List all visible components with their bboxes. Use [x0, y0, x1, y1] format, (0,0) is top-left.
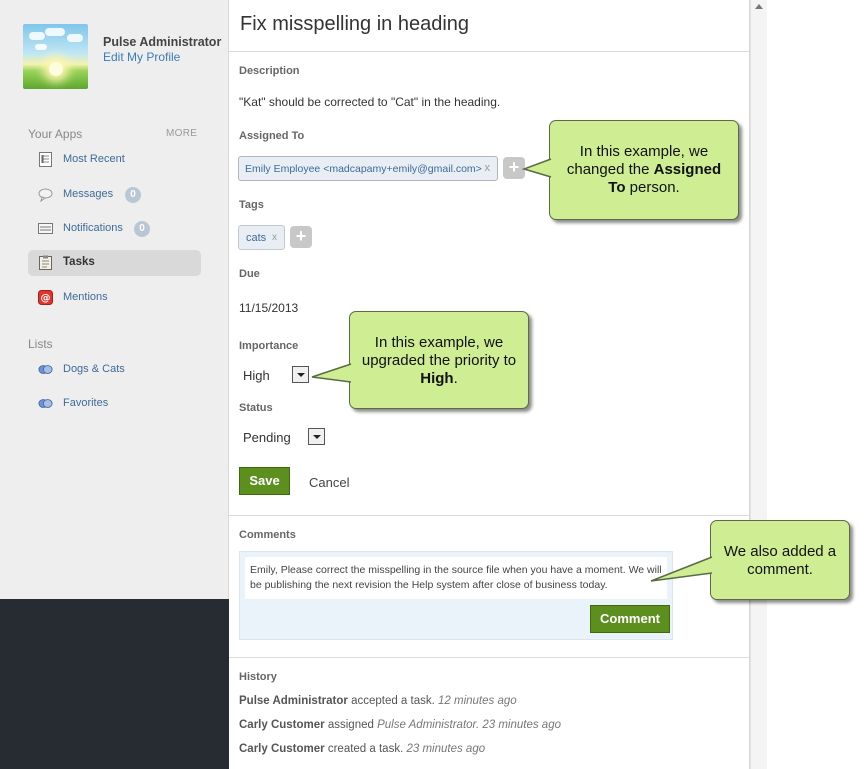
- history-entry: Pulse Administrator accepted a task. 12 …: [239, 695, 517, 707]
- sidebar-item-label: Dogs & Cats: [63, 363, 125, 375]
- scroll-up-icon[interactable]: [755, 4, 763, 9]
- edit-profile-link[interactable]: Edit My Profile: [103, 50, 180, 64]
- sidebar-item-label: Messages: [63, 188, 114, 200]
- tag-token[interactable]: cats x: [238, 225, 285, 250]
- notifications-icon: [38, 223, 53, 234]
- sidebar-item-tasks[interactable]: Tasks: [28, 250, 201, 276]
- more-link[interactable]: MORE: [166, 128, 197, 139]
- divider: [229, 657, 749, 658]
- callout-text: .: [453, 370, 458, 387]
- importance-value[interactable]: High: [243, 368, 270, 383]
- comments-label: Comments: [239, 529, 296, 541]
- messages-count-badge: 0: [125, 187, 141, 203]
- mentions-icon: @: [38, 290, 53, 305]
- history-action: created a task.: [327, 743, 404, 755]
- status-label: Status: [239, 402, 273, 414]
- history-entry: Carly Customer assigned Pulse Administra…: [239, 719, 561, 731]
- lists-heading: Lists: [28, 337, 53, 351]
- messages-icon: [38, 188, 53, 202]
- callout-comment: We also added a comment.: [650, 520, 850, 600]
- sidebar-item-mentions[interactable]: @ Mentions: [28, 285, 201, 311]
- callout-importance: In this example, we upgraded the priorit…: [311, 311, 529, 409]
- notifications-count-badge: 0: [134, 221, 150, 237]
- assignee-token[interactable]: Emily Employee <madcapamy+emily@gmail.co…: [238, 156, 498, 181]
- sidebar-item-label: Mentions: [63, 291, 108, 303]
- profile-name: Pulse Administrator: [103, 35, 222, 49]
- history-time: 23 minutes ago: [482, 719, 561, 731]
- history-actor[interactable]: Pulse Administrator: [239, 695, 348, 707]
- due-label: Due: [239, 268, 260, 280]
- history-object[interactable]: Pulse Administrator.: [377, 719, 479, 731]
- tasks-icon: [39, 255, 52, 270]
- history-time: 12 minutes ago: [438, 695, 517, 707]
- callout-bold-text: High: [420, 370, 454, 387]
- importance-label: Importance: [239, 340, 299, 352]
- sidebar-item-notifications[interactable]: Notifications 0: [28, 216, 201, 242]
- callout-text: In this example, we upgraded the priorit…: [361, 334, 517, 369]
- sidebar-footer-background: [0, 599, 229, 769]
- assignee-name: Emily Employee <madcapamy+emily@gmail.co…: [245, 163, 482, 175]
- callout-pointer: [521, 158, 552, 178]
- remove-tag-icon[interactable]: x: [272, 232, 277, 243]
- sidebar-item-label: Notifications: [63, 222, 123, 234]
- add-tag-button[interactable]: +: [290, 226, 312, 248]
- callout-text: We also added a comment.: [723, 543, 837, 578]
- due-date[interactable]: 11/15/2013: [239, 301, 298, 315]
- history-actor[interactable]: Carly Customer: [239, 719, 325, 731]
- sidebar-item-messages[interactable]: Messages 0: [28, 182, 201, 208]
- recent-icon: [39, 152, 52, 167]
- assigned-to-label: Assigned To: [239, 130, 305, 142]
- divider: [229, 51, 749, 52]
- comment-text: Emily, Please correct the misspelling in…: [250, 564, 662, 591]
- sidebar-item-label: Favorites: [63, 397, 109, 409]
- comment-composer: Emily, Please correct the misspelling in…: [239, 551, 673, 640]
- vertical-scrollbar[interactable]: [750, 0, 767, 769]
- save-button[interactable]: Save: [239, 467, 290, 495]
- history-action: accepted a task.: [351, 695, 435, 707]
- callout-pointer: [311, 363, 352, 383]
- history-actor[interactable]: Carly Customer: [239, 743, 325, 755]
- sidebar-item-label: Tasks: [63, 256, 95, 268]
- comment-button[interactable]: Comment: [590, 605, 670, 633]
- tags-label: Tags: [239, 199, 264, 211]
- list-icon: [38, 399, 53, 408]
- status-dropdown-icon[interactable]: [308, 428, 325, 445]
- svg-text:@: @: [41, 293, 51, 304]
- sidebar: Pulse Administrator Edit My Profile Your…: [0, 0, 229, 599]
- history-label: History: [239, 671, 277, 683]
- cancel-button[interactable]: Cancel: [309, 475, 349, 490]
- your-apps-heading: Your Apps: [28, 127, 83, 141]
- remove-assignee-icon[interactable]: x: [485, 162, 491, 174]
- sidebar-item-most-recent[interactable]: Most Recent: [28, 147, 201, 173]
- sidebar-item-label: Most Recent: [63, 153, 125, 165]
- callout-text: person.: [625, 179, 680, 196]
- description-text: "Kat" should be corrected to "Cat" in th…: [239, 95, 501, 109]
- importance-dropdown-icon[interactable]: [292, 366, 309, 383]
- description-label: Description: [239, 65, 300, 77]
- avatar[interactable]: [23, 24, 88, 89]
- tag-label: cats: [246, 232, 267, 244]
- sidebar-item-dogs-cats[interactable]: Dogs & Cats: [28, 357, 201, 383]
- status-value[interactable]: Pending: [243, 430, 291, 445]
- callout-assigned-to: In this example, we changed the Assigned…: [521, 120, 739, 220]
- list-icon: [38, 365, 53, 374]
- comment-input[interactable]: Emily, Please correct the misspelling in…: [245, 557, 667, 599]
- history-time: 23 minutes ago: [406, 743, 486, 755]
- history-entry: Carly Customer created a task. 23 minute…: [239, 743, 485, 755]
- sidebar-item-favorites[interactable]: Favorites: [28, 391, 201, 417]
- add-assignee-button[interactable]: +: [503, 157, 525, 179]
- history-action: assigned: [327, 719, 374, 731]
- callout-pointer: [650, 556, 713, 582]
- task-title: Fix misspelling in heading: [240, 13, 470, 35]
- divider: [229, 515, 749, 516]
